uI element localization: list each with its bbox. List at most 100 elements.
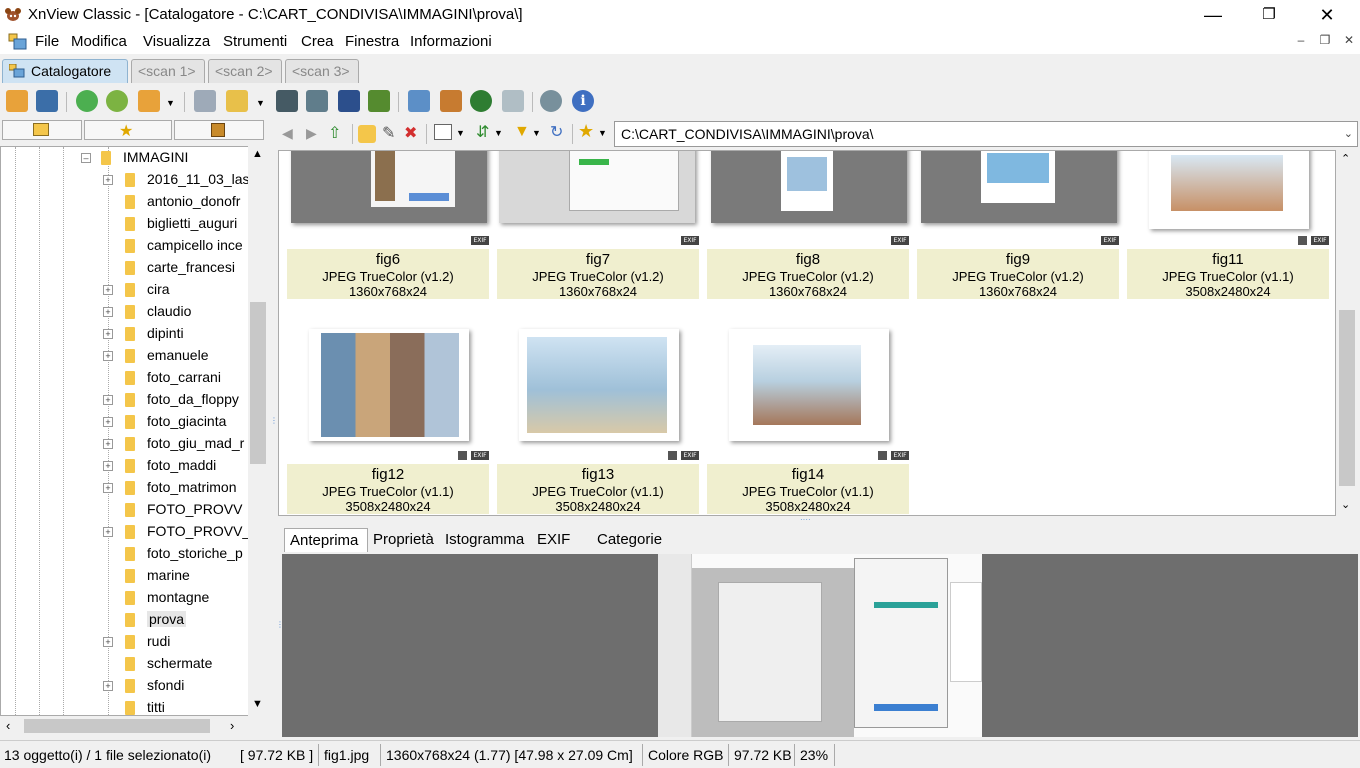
presentation-icon[interactable] — [440, 90, 462, 112]
tree-item[interactable]: marine — [1, 565, 247, 587]
expand-icon[interactable]: + — [103, 175, 113, 185]
rotate-icon[interactable] — [106, 90, 128, 112]
expand-icon[interactable]: + — [103, 483, 113, 493]
tree-item[interactable]: prova — [1, 609, 247, 631]
expand-icon[interactable]: + — [103, 527, 113, 537]
chevron-down-icon[interactable]: ▼ — [256, 98, 265, 108]
export-icon[interactable] — [226, 90, 248, 112]
expand-icon[interactable]: + — [103, 439, 113, 449]
copy-icon[interactable] — [194, 90, 216, 112]
back-icon[interactable]: ◀ — [282, 125, 293, 142]
folder-tree[interactable]: – IMMAGINI +2016_11_03_las antonio_donofr… — [0, 146, 268, 716]
tree-item[interactable]: + claudio — [1, 301, 247, 323]
chevron-down-icon[interactable]: ▼ — [494, 128, 503, 138]
tree-item[interactable]: FOTO_PROVV — [1, 499, 247, 521]
tree-horizontal-scrollbar[interactable]: ‹ › — [0, 716, 248, 736]
collapse-icon[interactable]: – — [81, 153, 91, 163]
tree-item[interactable]: + sfondi — [1, 675, 247, 697]
thumbnail-image[interactable] — [291, 151, 487, 223]
tree-item[interactable]: foto_carrani — [1, 367, 247, 389]
expand-icon[interactable]: + — [103, 461, 113, 471]
favorites-tab[interactable]: ★ — [84, 120, 172, 140]
new-folder-icon[interactable] — [358, 125, 376, 143]
tab-istogramma[interactable]: Istogramma — [440, 528, 529, 552]
thumbnail-grid[interactable]: EXIF fig6 JPEG TrueColor (v1.2) 1360x768x24… — [278, 150, 1336, 516]
open-image-icon[interactable] — [6, 90, 28, 112]
minimize-button[interactable]: — — [1190, 0, 1236, 30]
gear-icon[interactable] — [540, 90, 562, 112]
refresh-icon[interactable] — [76, 90, 98, 112]
menu-strumenti[interactable]: Strumenti — [223, 33, 287, 50]
tree-item[interactable]: + FOTO_PROVV_2 — [1, 521, 258, 543]
scroll-left-icon[interactable]: ‹ — [6, 718, 10, 733]
tree-item[interactable]: montagne — [1, 587, 247, 609]
tab-categorie[interactable]: Categorie — [592, 528, 667, 552]
tree-item[interactable]: + foto_matrimon — [1, 477, 247, 499]
capture-icon[interactable] — [408, 90, 430, 112]
tree-item[interactable]: + dipinti — [1, 323, 247, 345]
thumbnail-image[interactable] — [309, 329, 469, 441]
scroll-down-icon[interactable]: ⌄ — [1341, 498, 1350, 511]
tree-vertical-scrollbar[interactable]: ▲ ▼ — [248, 146, 268, 716]
tree-item[interactable]: + emanuele — [1, 345, 247, 367]
slideshow-icon[interactable] — [368, 90, 390, 112]
tab-exif[interactable]: EXIF — [532, 528, 575, 552]
chevron-down-icon[interactable]: ▼ — [166, 98, 175, 108]
print-icon[interactable] — [306, 90, 328, 112]
menu-finestra[interactable]: Finestra — [345, 33, 399, 50]
info-icon[interactable]: i — [572, 90, 594, 112]
tree-item[interactable]: +2016_11_03_las — [1, 169, 250, 191]
scanner-icon[interactable] — [338, 90, 360, 112]
left-splitter-handle[interactable]: ⋮ — [270, 416, 278, 446]
menu-file[interactable]: File — [35, 33, 59, 50]
tab-scan-1[interactable]: <scan 1> — [131, 59, 205, 83]
thumbnail-image[interactable] — [729, 329, 889, 441]
expand-icon[interactable]: + — [103, 395, 113, 405]
tab-scan-3[interactable]: <scan 3> — [285, 59, 359, 83]
scroll-right-icon[interactable]: › — [230, 718, 234, 733]
thumbnail-image[interactable] — [519, 329, 679, 441]
tree-item[interactable]: + foto_da_floppy — [1, 389, 247, 411]
tree-item[interactable]: + foto_giu_mad_r — [1, 433, 247, 455]
expand-icon[interactable]: + — [103, 285, 113, 295]
chevron-down-icon[interactable]: ▼ — [456, 128, 465, 138]
scroll-down-icon[interactable]: ▼ — [252, 698, 263, 710]
maximize-button[interactable]: ❐ — [1246, 0, 1292, 30]
close-button[interactable]: ✕ — [1304, 0, 1350, 30]
folders-tab[interactable] — [2, 120, 82, 140]
thumbnail-image[interactable] — [499, 151, 695, 223]
scroll-up-icon[interactable]: ⌃ — [1341, 152, 1350, 165]
grid-scroll-thumb[interactable] — [1339, 310, 1355, 486]
expand-icon[interactable]: + — [103, 637, 113, 647]
expand-icon[interactable]: + — [103, 417, 113, 427]
tree-root[interactable]: – IMMAGINI — [1, 147, 247, 169]
menu-visualizza[interactable]: Visualizza — [143, 33, 210, 50]
chevron-down-icon[interactable]: ▼ — [598, 128, 607, 138]
sort-icon[interactable]: ⇵ — [476, 122, 489, 142]
binoculars-icon[interactable] — [276, 90, 298, 112]
move-to-folder-icon[interactable] — [138, 90, 160, 112]
chevron-down-icon[interactable]: ⌄ — [1344, 127, 1353, 140]
tree-item[interactable]: biglietti_auguri — [1, 213, 247, 235]
mdi-minimize-button[interactable]: – — [1290, 33, 1312, 51]
tab-proprieta[interactable]: Proprietà — [368, 528, 439, 552]
tab-catalogatore[interactable]: Catalogatore — [2, 59, 128, 83]
expand-icon[interactable]: + — [103, 351, 113, 361]
tree-item[interactable]: + foto_maddi — [1, 455, 247, 477]
delete-icon[interactable]: ✖ — [404, 123, 417, 143]
contact-sheet-icon[interactable] — [502, 90, 524, 112]
tree-item[interactable]: carte_francesi — [1, 257, 247, 279]
forward-icon[interactable]: ▶ — [306, 125, 317, 142]
tree-item[interactable]: titti — [1, 697, 247, 715]
categories-tab[interactable] — [174, 120, 264, 140]
thumbnail-image[interactable] — [1149, 151, 1309, 229]
grid-vertical-scrollbar[interactable]: ⌃ ⌄ — [1336, 150, 1358, 516]
menu-modifica[interactable]: Modifica — [71, 33, 127, 50]
tree-item[interactable]: antonio_donofr — [1, 191, 247, 213]
thumbnail-image[interactable] — [921, 151, 1117, 223]
rename-icon[interactable]: ✎ — [382, 123, 395, 143]
parent-folder-icon[interactable]: ⇧ — [328, 123, 341, 143]
horizontal-splitter-handle[interactable]: ···· — [800, 516, 836, 524]
fullscreen-icon[interactable] — [36, 90, 58, 112]
tree-item[interactable]: + cira — [1, 279, 247, 301]
